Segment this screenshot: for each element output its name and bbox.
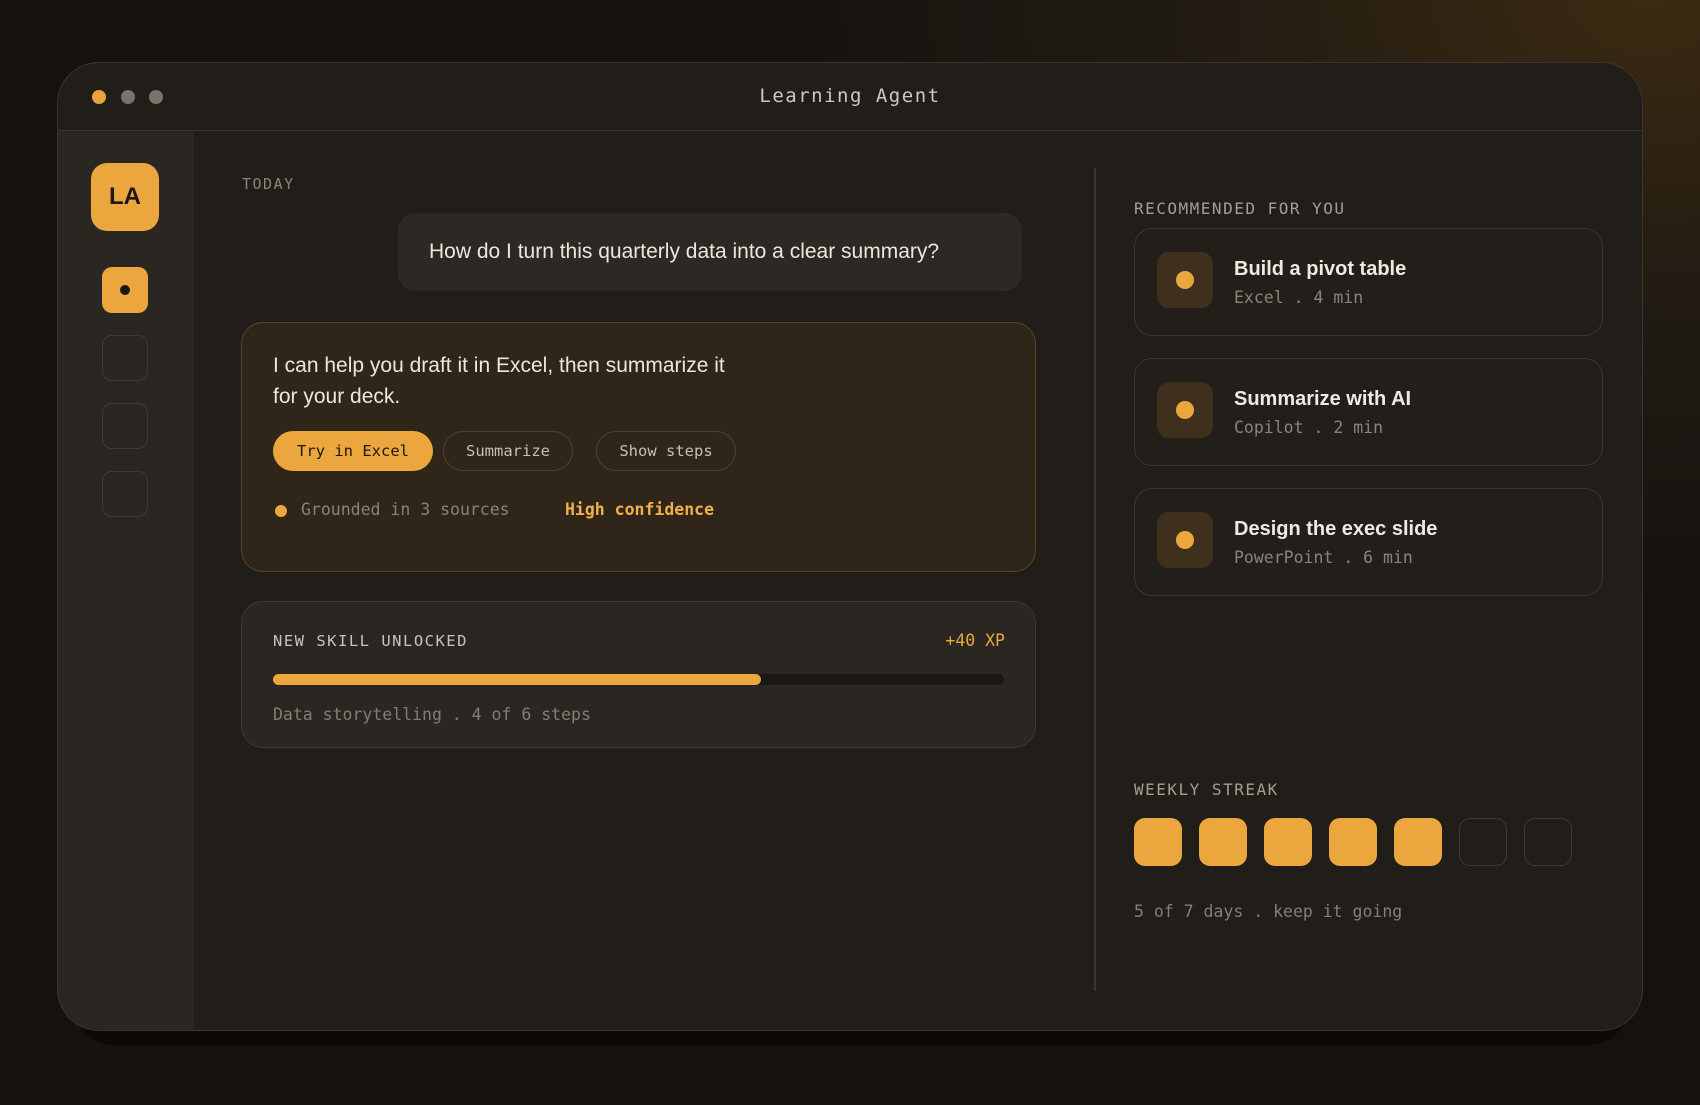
confidence-badge: High confidence (565, 500, 715, 519)
skill-unlocked-card: NEW SKILL UNLOCKED +40 XP Data storytell… (241, 601, 1036, 748)
streak-day-1 (1134, 818, 1182, 866)
streak-day-5 (1394, 818, 1442, 866)
lesson-icon (1157, 382, 1213, 438)
sidebar: LA (58, 131, 194, 1030)
recommendation-title: Summarize with AI (1234, 388, 1412, 410)
sidebar-nav-item-1[interactable] (102, 267, 148, 313)
recommendation-subtitle: PowerPoint . 6 min (1234, 548, 1413, 567)
skill-subtitle: Data storytelling . 4 of 6 steps (273, 705, 591, 724)
panel-divider (1094, 168, 1096, 991)
user-message-text: How do I turn this quarterly data into a… (429, 240, 940, 263)
sources-text[interactable]: Grounded in 3 sources (301, 500, 510, 519)
streak-day-6 (1459, 818, 1507, 866)
sidebar-nav-item-3[interactable] (102, 403, 148, 449)
sidebar-nav-item-4[interactable] (102, 471, 148, 517)
recommendation-title: Build a pivot table (1234, 258, 1407, 280)
recommendation-card[interactable]: Build a pivot table Excel . 4 min (1134, 228, 1603, 336)
streak-day-2 (1199, 818, 1247, 866)
title-bar: Learning Agent (58, 63, 1642, 131)
skill-label: NEW SKILL UNLOCKED (273, 632, 468, 650)
show-steps-button[interactable]: Show steps (596, 431, 736, 471)
agent-response-card: I can help you draft it in Excel, then s… (241, 322, 1036, 572)
streak-subtitle: 5 of 7 days . keep it going (1134, 902, 1403, 921)
date-label: TODAY (242, 175, 295, 193)
summarize-button[interactable]: Summarize (443, 431, 573, 471)
avatar[interactable]: LA (91, 163, 159, 231)
sidebar-nav-item-2[interactable] (102, 335, 148, 381)
dot-icon (120, 285, 130, 295)
lesson-icon (1157, 512, 1213, 568)
agent-message-text: I can help you draft it in Excel, then s… (273, 354, 725, 408)
streak-day-7 (1524, 818, 1572, 866)
skill-progress-fill (273, 674, 761, 685)
recommendation-card[interactable]: Design the exec slide PowerPoint . 6 min (1134, 488, 1603, 596)
recommendation-subtitle: Copilot . 2 min (1234, 418, 1384, 437)
user-message-bubble: How do I turn this quarterly data into a… (398, 213, 1022, 291)
lesson-icon (1157, 252, 1213, 308)
streak-day-3 (1264, 818, 1312, 866)
recommended-label: RECOMMENDED FOR YOU (1134, 199, 1346, 218)
streak-day-4 (1329, 818, 1377, 866)
app-window: Learning Agent LA TODAY How do I turn th… (57, 62, 1643, 1031)
try-in-excel-button[interactable]: Try in Excel (273, 431, 433, 471)
weekly-streak-label: WEEKLY STREAK (1134, 780, 1279, 799)
recommendation-subtitle: Excel . 4 min (1234, 288, 1364, 307)
skill-progress-track (273, 674, 1004, 685)
xp-badge: +40 XP (945, 631, 1005, 650)
sources-indicator-icon (275, 505, 287, 517)
window-title: Learning Agent (759, 85, 941, 107)
recommendation-card[interactable]: Summarize with AI Copilot . 2 min (1134, 358, 1603, 466)
recommendation-title: Design the exec slide (1234, 518, 1438, 540)
